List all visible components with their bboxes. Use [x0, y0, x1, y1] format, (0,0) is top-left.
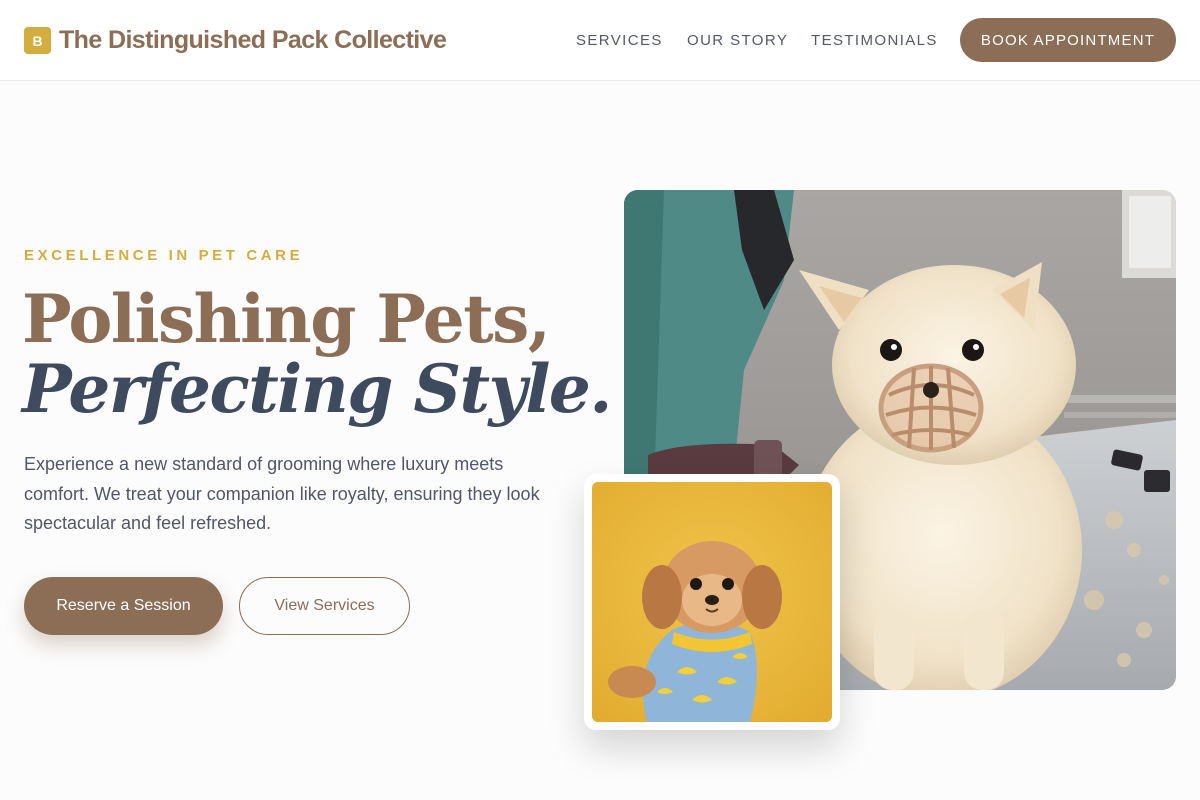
hero-description: Experience a new standard of grooming wh… — [24, 454, 540, 533]
nav-link-our-story[interactable]: OUR STORY — [687, 32, 788, 49]
hero-eyebrow: EXCELLENCE IN PET CARE — [24, 247, 304, 264]
site-header: B The Distinguished Pack Collective SERV… — [0, 0, 1200, 81]
nav-link-services[interactable]: SERVICES — [576, 32, 663, 49]
secondary-image-card — [584, 474, 840, 730]
headline-line-2: Perfecting Style. — [22, 350, 612, 428]
book-appointment-button[interactable]: BOOK APPOINTMENT — [960, 18, 1176, 62]
puppy-image — [592, 482, 832, 722]
headline-line-1: Polishing Pets, — [22, 280, 551, 358]
brand-name[interactable]: The Distinguished Pack Collective — [59, 26, 447, 55]
reserve-session-button[interactable]: Reserve a Session — [24, 577, 223, 635]
view-services-button[interactable]: View Services — [239, 577, 410, 635]
logo-icon[interactable]: B — [24, 27, 51, 54]
nav-link-testimonials[interactable]: TESTIMONIALS — [811, 32, 938, 49]
